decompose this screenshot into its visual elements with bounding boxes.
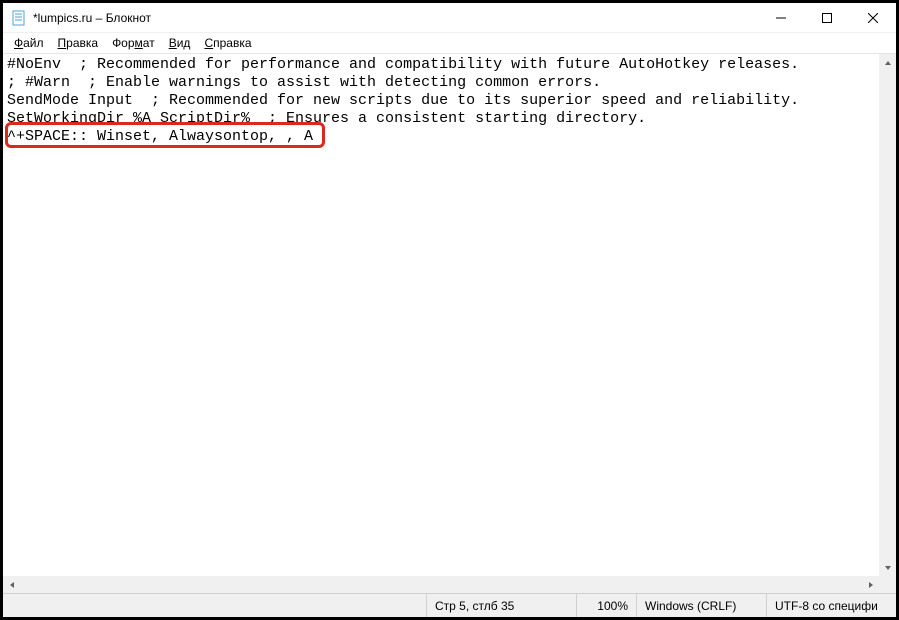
notepad-icon xyxy=(11,10,27,26)
scroll-v-track[interactable] xyxy=(879,71,896,559)
menu-view[interactable]: Вид xyxy=(162,35,198,51)
editor-content[interactable]: #NoEnv ; Recommended for performance and… xyxy=(3,54,879,576)
window-title: *lumpics.ru – Блокнот xyxy=(33,11,151,25)
menu-help[interactable]: Справка xyxy=(197,35,258,51)
scroll-right-icon[interactable] xyxy=(862,576,879,593)
text-editor[interactable]: #NoEnv ; Recommended for performance and… xyxy=(3,53,896,593)
status-position: Стр 5, стлб 35 xyxy=(426,594,576,617)
scroll-corner xyxy=(879,576,896,593)
status-zoom: 100% xyxy=(576,594,636,617)
maximize-button[interactable] xyxy=(804,3,850,33)
menubar: Файл Правка Формат Вид Справка xyxy=(3,33,896,53)
scroll-h-track[interactable] xyxy=(20,576,862,593)
menu-edit[interactable]: Правка xyxy=(51,35,106,51)
statusbar: Стр 5, стлб 35 100% Windows (CRLF) UTF-8… xyxy=(3,593,896,617)
scroll-left-icon[interactable] xyxy=(3,576,20,593)
status-encoding: UTF-8 со специфи xyxy=(766,594,896,617)
menu-file[interactable]: Файл xyxy=(7,35,51,51)
status-line-ending: Windows (CRLF) xyxy=(636,594,766,617)
status-empty xyxy=(3,594,426,617)
close-button[interactable] xyxy=(850,3,896,33)
scroll-down-icon[interactable] xyxy=(879,559,896,576)
horizontal-scrollbar[interactable] xyxy=(3,576,879,593)
menu-format[interactable]: Формат xyxy=(105,35,162,51)
notepad-window: *lumpics.ru – Блокнот Файл Правка Формат… xyxy=(3,3,896,617)
minimize-button[interactable] xyxy=(758,3,804,33)
titlebar[interactable]: *lumpics.ru – Блокнот xyxy=(3,3,896,33)
scroll-up-icon[interactable] xyxy=(879,54,896,71)
vertical-scrollbar[interactable] xyxy=(879,54,896,576)
